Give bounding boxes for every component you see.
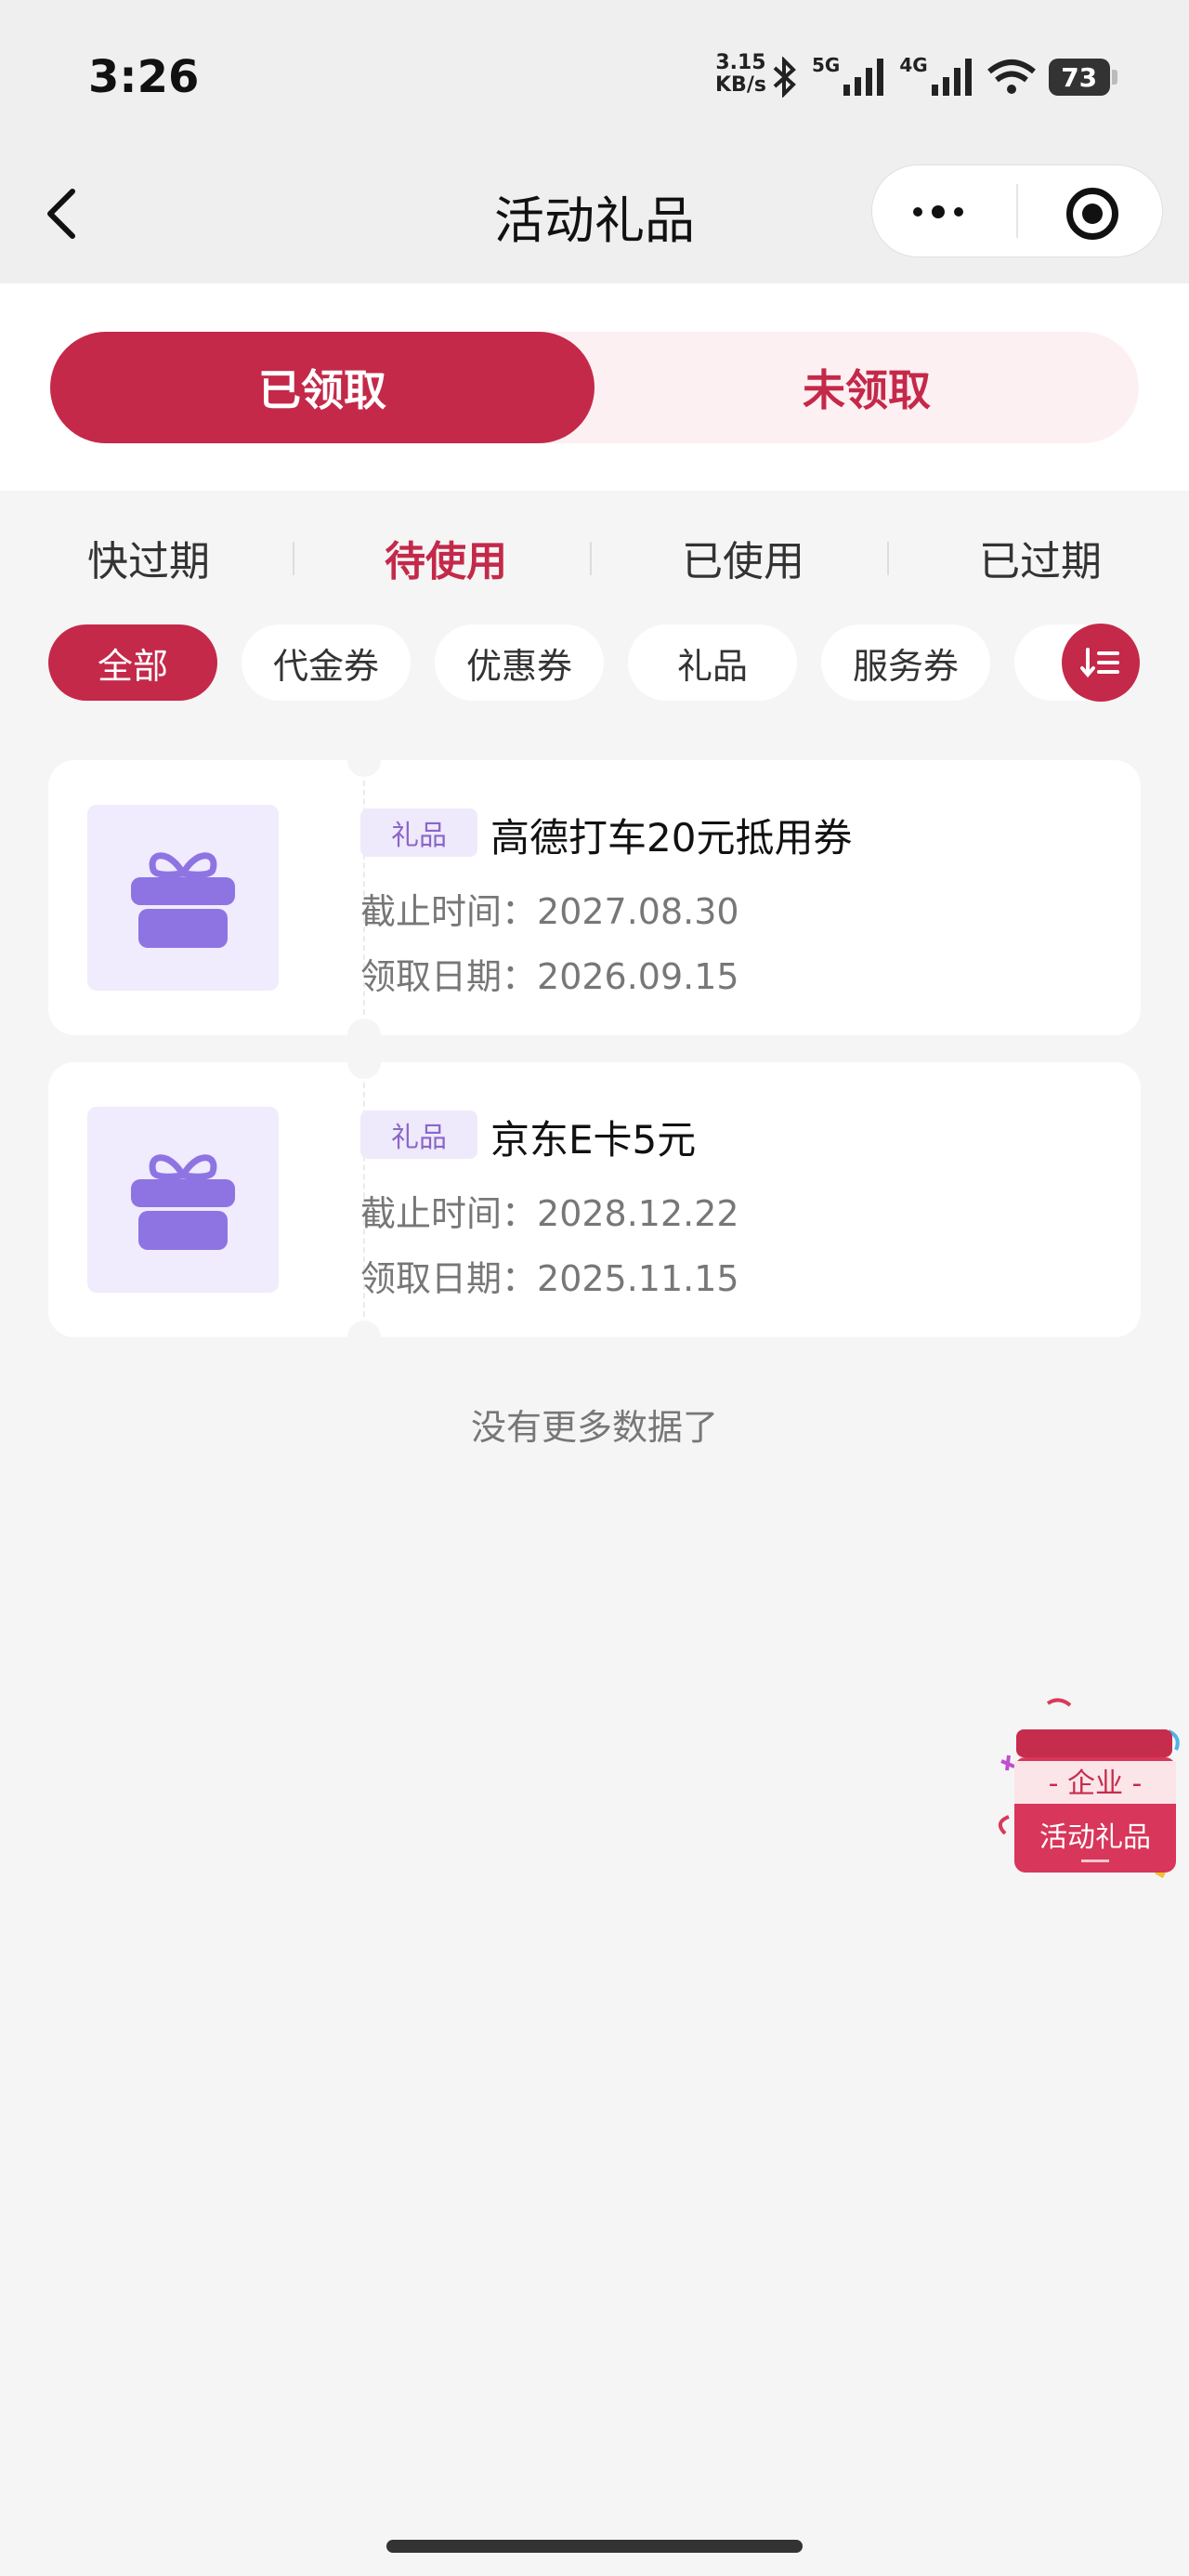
badge-underline bbox=[1081, 1860, 1109, 1862]
received-row: 领取日期：2025.11.15 bbox=[360, 1250, 739, 1301]
battery-icon: 73 bbox=[1048, 59, 1117, 96]
received-label: 领取日期： bbox=[360, 1258, 538, 1299]
tab-divider bbox=[293, 542, 294, 575]
sort-icon bbox=[1080, 648, 1119, 678]
signal-icon-2 bbox=[931, 59, 972, 96]
more-menu-button[interactable] bbox=[910, 188, 966, 236]
bluetooth-icon bbox=[773, 57, 796, 98]
confetti-icon bbox=[998, 1815, 1010, 1835]
card-notch bbox=[347, 743, 381, 777]
received-label: 领取日期： bbox=[360, 956, 538, 997]
badge-text-gifts: 活动礼品 bbox=[1039, 1821, 1151, 1854]
tab-divider bbox=[887, 542, 889, 575]
category-tag: 礼品 bbox=[360, 1111, 477, 1159]
segment-unreceived-tab[interactable]: 未领取 bbox=[594, 332, 1139, 443]
badge-lid bbox=[1016, 1729, 1172, 1757]
confetti-icon bbox=[1000, 1755, 1015, 1771]
confetti-icon bbox=[1046, 1698, 1072, 1707]
card-notch bbox=[347, 1045, 381, 1079]
received-value: 2025.11.15 bbox=[537, 1258, 739, 1299]
tab-expiring-soon[interactable]: 快过期 bbox=[0, 525, 297, 590]
received-value: 2026.09.15 bbox=[537, 956, 739, 997]
sort-button[interactable] bbox=[1062, 624, 1140, 702]
deadline-row: 截止时间：2028.12.22 bbox=[360, 1185, 739, 1236]
close-target-icon[interactable] bbox=[1066, 188, 1118, 240]
deadline-label: 截止时间： bbox=[360, 1193, 538, 1234]
filter-chip-cash-voucher[interactable]: 代金券 bbox=[242, 624, 411, 701]
gift-title: 京东E卡5元 bbox=[490, 1117, 697, 1163]
gift-icon bbox=[131, 1154, 235, 1250]
network-type-4g: 4G bbox=[899, 54, 928, 76]
wifi-icon bbox=[986, 59, 1036, 94]
deadline-label: 截止时间： bbox=[360, 891, 538, 932]
more-dot-icon bbox=[954, 207, 963, 217]
status-icons: 5G 4G 73 bbox=[771, 54, 1117, 100]
category-tag: 礼品 bbox=[360, 808, 477, 857]
deadline-row: 截止时间：2027.08.30 bbox=[360, 883, 739, 934]
net-speed-unit: KB/s bbox=[715, 73, 766, 97]
received-row: 领取日期：2026.09.15 bbox=[360, 948, 739, 999]
end-of-list-text: 没有更多数据了 bbox=[470, 1407, 718, 1448]
filter-chip-service-voucher[interactable]: 服务券 bbox=[821, 624, 990, 701]
capsule-divider bbox=[1016, 184, 1018, 238]
home-indicator[interactable] bbox=[386, 2540, 803, 2553]
gift-thumbnail bbox=[87, 805, 279, 991]
gift-title: 高德打车20元抵用券 bbox=[490, 815, 853, 861]
filter-chip-coupon[interactable]: 优惠券 bbox=[435, 624, 604, 701]
badge-text-enterprise: - 企业 - bbox=[1049, 1768, 1143, 1800]
tab-divider bbox=[590, 542, 592, 575]
more-dot-icon bbox=[932, 205, 945, 218]
card-notch bbox=[347, 1321, 381, 1354]
deadline-value: 2027.08.30 bbox=[537, 891, 739, 932]
tab-pending-use[interactable]: 待使用 bbox=[297, 525, 594, 590]
more-dot-icon bbox=[913, 207, 922, 217]
deadline-value: 2028.12.22 bbox=[537, 1193, 739, 1234]
net-speed: 3.15 KB/s bbox=[715, 52, 766, 97]
net-speed-value: 3.15 bbox=[715, 51, 766, 74]
enterprise-gift-float-button[interactable]: - 企业 - 活动礼品 bbox=[992, 1696, 1189, 1900]
tab-used[interactable]: 已使用 bbox=[594, 525, 892, 590]
signal-icon bbox=[843, 59, 884, 96]
tab-expired[interactable]: 已过期 bbox=[892, 525, 1189, 590]
network-type-5g: 5G bbox=[812, 54, 841, 76]
filter-chip-all[interactable]: 全部 bbox=[48, 624, 217, 701]
gift-icon bbox=[131, 852, 235, 948]
status-time: 3:26 bbox=[88, 51, 200, 103]
segment-received-tab[interactable]: 已领取 bbox=[50, 332, 594, 443]
gift-thumbnail bbox=[87, 1107, 279, 1293]
gift-card[interactable]: 礼品 京东E卡5元 截止时间：2028.12.22 领取日期：2025.11.1… bbox=[48, 1045, 1141, 1354]
gift-card[interactable]: 礼品 高德打车20元抵用券 截止时间：2027.08.30 领取日期：2026.… bbox=[48, 743, 1141, 1052]
filter-chip-gift[interactable]: 礼品 bbox=[628, 624, 797, 701]
